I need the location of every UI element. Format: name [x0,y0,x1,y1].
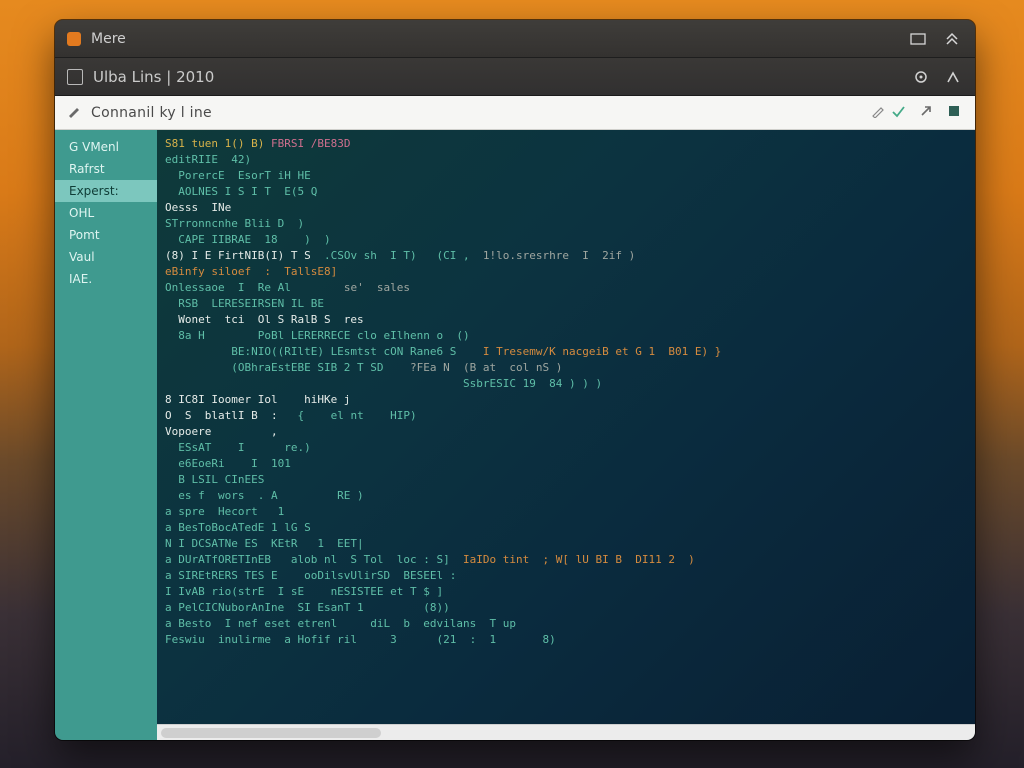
command-bar [55,96,975,130]
code-line: STrronncnhe Blii D ) [165,216,967,232]
code-line: a Besto I nef eset etrenl diL b edvilans… [165,616,967,632]
code-line: eBinfy siloef : TallsE8] [165,264,967,280]
code-line: editRIIE 42) [165,152,967,168]
titlebar: Mere [55,20,975,58]
check-icon[interactable] [889,104,907,122]
document-title: Ulba Lins | 2010 [93,68,214,86]
sidebar-item[interactable]: G VMenl [55,136,157,158]
command-input[interactable] [91,105,867,121]
code-editor[interactable]: S81 tuen 1() B) FBRSI /BE83DeditRIIE 42)… [157,130,975,740]
code-line: AOLNES I S I T E(5 Q [165,184,967,200]
code-line: PorercE EsorT iH HE [165,168,967,184]
window-maximize-icon[interactable] [941,31,963,47]
code-line: N I DCSATNe ES KEtR 1 EET| [165,536,967,552]
code-line: Wonet tci Ol S RalB S res [165,312,967,328]
code-line: S81 tuen 1() B) FBRSI /BE83D [165,136,967,152]
code-line: O S blatlI B : { el nt HIP) [165,408,967,424]
sidebar-item[interactable]: Experst: [55,180,157,202]
code-line: a DUrATfORETInEB alob nl S Tol loc : S] … [165,552,967,568]
code-line: (8) I E FirtNIB(I) T S .CSOv sh I T) (CI… [165,248,967,264]
horizontal-scrollbar[interactable] [157,724,975,740]
share-icon[interactable] [943,67,963,87]
code-line: CAPE IIBRAE 18 ) ) [165,232,967,248]
window-title: Mere [91,31,126,47]
code-line: 8 IC8I Ioomer Iol hiHKe j [165,392,967,408]
code-line: BE:NIO((RIltE) LEsmtst cON Rane6 S I Tre… [165,344,967,360]
arrow-up-right-icon[interactable] [917,104,935,122]
code-line: ESsAT I re.) [165,440,967,456]
code-line: 8a H PoBl LERERRECE clo eIlhenn o () [165,328,967,344]
document-icon [67,69,83,85]
content-split: G VMenlRafrstExperst:OHLPomtVaulIAE. S81… [55,130,975,740]
code-line: RSB LERESEIRSEN IL BE [165,296,967,312]
square-icon[interactable] [945,104,963,122]
app-icon [67,32,81,46]
code-line: SsbrESIC 19 84 ) ) ) [165,376,967,392]
pencil-icon [67,104,81,122]
code-line: Feswiu inulirme a Hofif ril 3 (21 : 1 8) [165,632,967,648]
sidebar-item[interactable]: IAE. [55,268,157,290]
sidebar-item[interactable]: Rafrst [55,158,157,180]
subheader: Ulba Lins | 2010 [55,58,975,96]
code-line: e6EoeRi I 101 [165,456,967,472]
sidebar: G VMenlRafrstExperst:OHLPomtVaulIAE. [55,130,157,740]
code-line: (OBhraEstEBE SIB 2 T SD ?FEa N (B at col… [165,360,967,376]
sidebar-item[interactable]: OHL [55,202,157,224]
window-minimize-icon[interactable] [907,31,929,47]
refresh-icon[interactable] [911,67,931,87]
code-line: a spre Hecort 1 [165,504,967,520]
edit-icon[interactable] [867,104,889,122]
code-line: Oesss INe [165,200,967,216]
sidebar-item[interactable]: Vaul [55,246,157,268]
code-line: a SIREtRERS TES E ooDilsvUlirSD BESEEl : [165,568,967,584]
sidebar-item[interactable]: Pomt [55,224,157,246]
code-line: Onlessaoe I Re Al se' sales [165,280,967,296]
code-line: es f wors . A RE ) [165,488,967,504]
code-line: a PelCICNuborAnIne SI EsanT 1 (8)) [165,600,967,616]
code-line: I IvAB rio(strE I sE nESISTEE et T $ ] [165,584,967,600]
code-line: B LSIL CInEES [165,472,967,488]
app-window: Mere Ulba Lins | 2010 [55,20,975,740]
code-line: a BesToBocATedE 1 lG S [165,520,967,536]
code-line: Vopoere , [165,424,967,440]
